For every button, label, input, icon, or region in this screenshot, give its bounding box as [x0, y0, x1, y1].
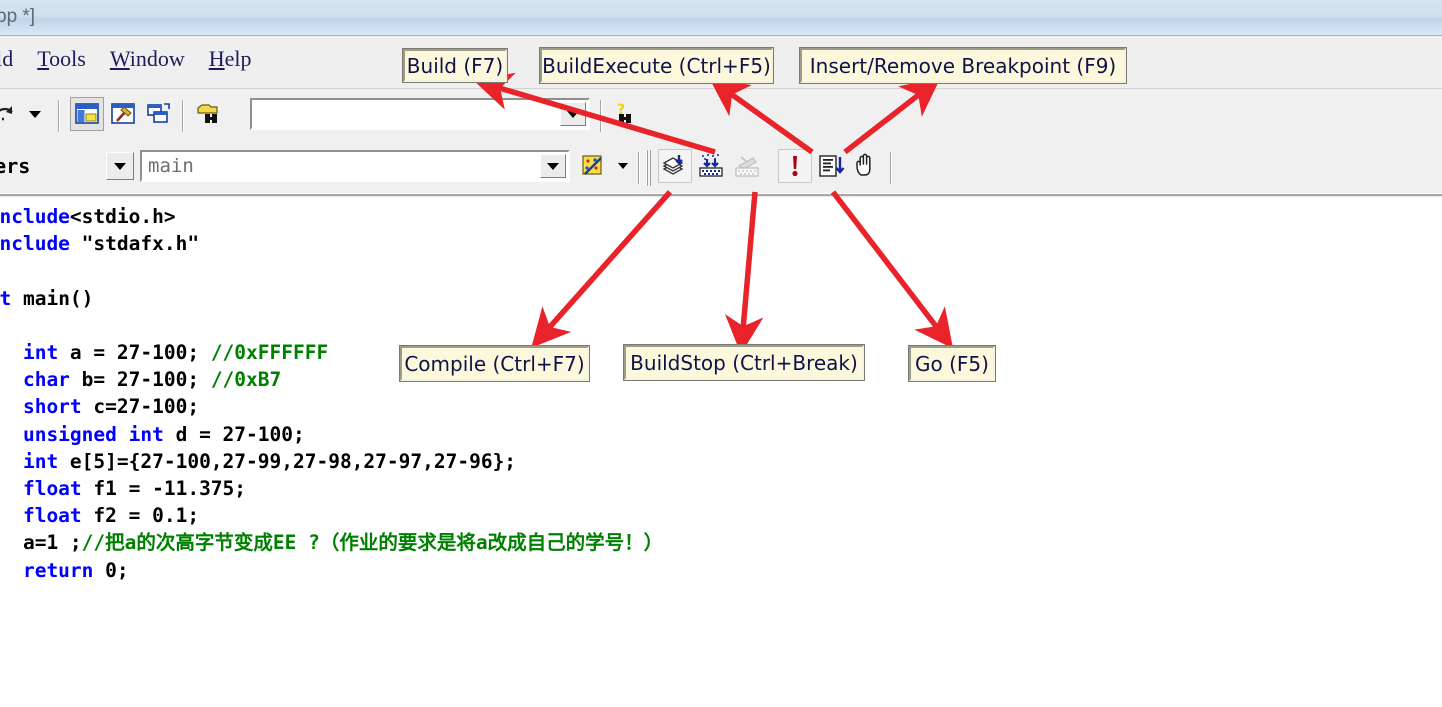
code-token: int: [22, 449, 59, 473]
code-token: b= 27-100;: [69, 368, 211, 392]
code-token: char: [22, 368, 70, 392]
code-token: int: [22, 341, 59, 365]
callout-go[interactable]: Go (F5): [908, 345, 996, 382]
build-icon[interactable]: [694, 149, 728, 183]
callout-build-label: Build (F7): [406, 53, 504, 78]
code-token: unsigned int: [22, 422, 164, 446]
callout-build-stop[interactable]: BuildStop (Ctrl+Break): [623, 344, 865, 381]
code-line: #include<stdio.h>: [0, 203, 663, 230]
toolbar-band: ? members main: [0, 89, 1442, 197]
callout-build-stop-label: BuildStop (Ctrl+Break): [630, 350, 858, 375]
menu-label-tools: ools: [49, 46, 86, 71]
compile-icon[interactable]: [658, 149, 692, 183]
function-combo-value[interactable]: main: [142, 155, 540, 177]
code-token: short: [22, 395, 82, 419]
code-token: f2 = 0.1;: [81, 504, 200, 528]
code-token: float: [22, 504, 82, 528]
code-token: main(): [22, 286, 94, 310]
bookmark-icon[interactable]: [576, 149, 610, 183]
toolbar-separator: [638, 152, 640, 184]
function-combo-arrow[interactable]: [540, 154, 566, 178]
code-line: return 0;: [0, 557, 663, 584]
callout-build-execute[interactable]: BuildExecute (Ctrl+F5): [539, 47, 774, 84]
bookmark-dropdown-arrow[interactable]: [610, 153, 636, 179]
code-line: float f2 = 0.1;: [0, 502, 663, 529]
function-combo[interactable]: main: [140, 150, 570, 182]
callout-build-execute-label: BuildExecute (Ctrl+F5): [542, 53, 771, 78]
members-combo-arrow[interactable]: [106, 152, 134, 180]
code-editor[interactable]: #include<stdio.h>#include "stdafx.h" int…: [0, 197, 1442, 707]
find-combo-arrow[interactable]: [560, 102, 586, 126]
code-token: //0xB7: [210, 368, 282, 392]
callout-build[interactable]: Build (F7): [402, 48, 508, 83]
code-token: #include: [0, 232, 70, 256]
standard-toolbar: ?: [0, 92, 1442, 142]
code-line: a=1 ;//把a的次高字节变成EE ?（作业的要求是将a改成自己的学号！）: [0, 529, 663, 556]
code-line: short c=27-100;: [0, 393, 663, 420]
code-line: #include "stdafx.h": [0, 230, 663, 257]
source-code[interactable]: #include<stdio.h>#include "stdafx.h" int…: [0, 203, 663, 584]
build-toolbar-grip[interactable]: [646, 150, 651, 186]
toolbar-separator: [182, 100, 184, 132]
window-title-bar: pp *]: [0, 0, 1442, 36]
menu-item-window[interactable]: Window: [98, 46, 197, 72]
code-token: <stdio.h>: [69, 205, 176, 228]
code-line: float f1 = -11.375;: [0, 475, 663, 502]
menu-label-build: ild: [0, 46, 14, 71]
menu-item-tools[interactable]: Tools: [25, 46, 98, 72]
callout-compile-label: Compile (Ctrl+F7): [404, 351, 585, 376]
menu-accel-help: H: [208, 46, 225, 71]
code-line: int main(): [0, 285, 663, 312]
menu-item-help[interactable]: Help: [197, 46, 264, 72]
code-token: a=1 ;: [22, 531, 82, 555]
code-token: "stdafx.h": [81, 232, 200, 256]
menu-label-help: elp: [224, 46, 252, 71]
wizardbar-toolbar: members main: [0, 144, 1442, 194]
menu-label-window: indow: [129, 46, 185, 71]
toolbar-separator: [890, 152, 892, 184]
execute-icon[interactable]: [814, 149, 848, 183]
code-token: #include: [0, 205, 70, 228]
code-token: //把a的次高字节变成EE ?（作业的要求是将a改成自己的学号！）: [81, 531, 664, 555]
undo-dropdown-arrow[interactable]: [22, 101, 48, 127]
code-token: return: [22, 558, 94, 582]
window-list-icon[interactable]: [142, 97, 176, 131]
find-combo[interactable]: [250, 98, 590, 130]
find-help-icon[interactable]: ?: [608, 97, 642, 131]
code-token: a = 27-100;: [58, 341, 211, 365]
code-token: float: [22, 477, 82, 501]
hand-icon[interactable]: [850, 149, 884, 183]
callout-insert-remove-breakpoint-label: Insert/Remove Breakpoint (F9): [809, 53, 1117, 78]
code-line: int e[5]={27-100,27-99,27-98,27-97,27-96…: [0, 448, 663, 475]
code-line: {: [0, 312, 663, 339]
code-token: c=27-100;: [81, 395, 200, 419]
build-stop-icon: [730, 149, 764, 183]
callout-go-label: Go (F5): [915, 351, 989, 376]
code-token: 0;: [93, 558, 129, 582]
code-line: unsigned int d = 27-100;: [0, 421, 663, 448]
code-token: f1 = -11.375;: [81, 477, 247, 501]
menu-item-build[interactable]: ild: [0, 46, 25, 72]
menu-accel-tools: T: [37, 46, 50, 71]
output-window-icon[interactable]: [106, 97, 140, 131]
callout-insert-remove-breakpoint[interactable]: Insert/Remove Breakpoint (F9): [799, 47, 1127, 84]
window-title-text: pp *]: [0, 6, 36, 27]
code-token: e[5]={27-100,27-99,27-98,27-97,27-96};: [58, 449, 517, 473]
undo-redo-icon[interactable]: [0, 97, 22, 131]
code-token: int: [0, 286, 12, 310]
workspace-icon[interactable]: [70, 97, 104, 131]
code-token: d = 27-100;: [163, 422, 305, 446]
menu-accel-window: W: [109, 46, 130, 71]
find-in-files-icon[interactable]: [192, 97, 226, 131]
toolbar-separator: [58, 100, 60, 132]
callout-compile[interactable]: Compile (Ctrl+F7): [399, 345, 590, 382]
code-token: //0xFFFFFF: [210, 341, 329, 365]
toolbar-separator: [600, 100, 602, 132]
exclamation-icon[interactable]: [778, 149, 812, 183]
